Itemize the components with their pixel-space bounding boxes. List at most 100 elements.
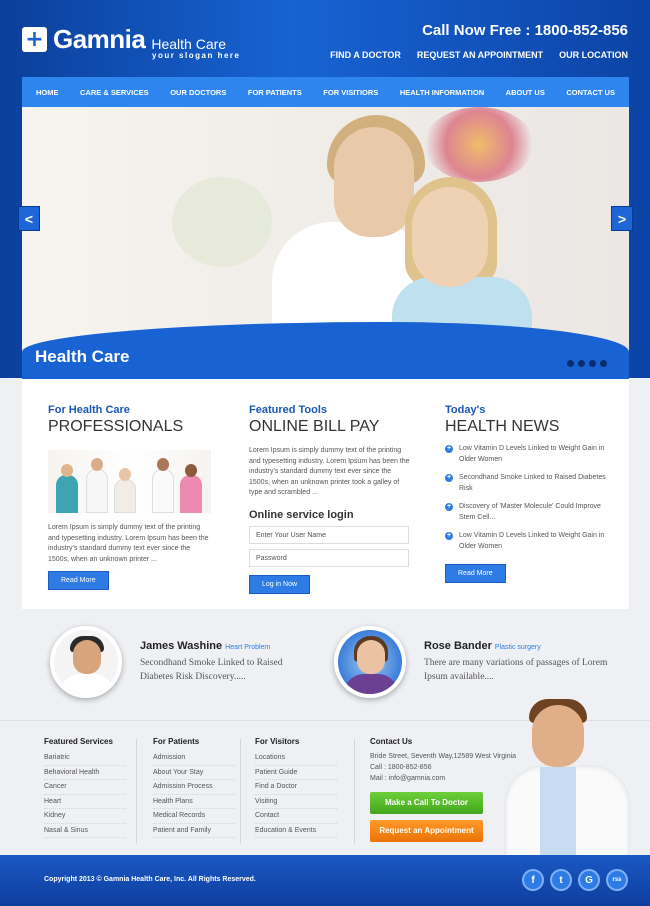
- link-our-location[interactable]: OUR LOCATION: [559, 50, 628, 60]
- footer-link[interactable]: Behavioral Health: [44, 766, 126, 780]
- bottom-bar: Copyright 2013 © Gamnia Health Care, Inc…: [0, 855, 650, 906]
- nav-for-patients[interactable]: FOR PATIENTS: [248, 88, 302, 97]
- cross-icon: +: [22, 27, 47, 52]
- brand-name: Gamnia: [53, 24, 146, 54]
- footer-link[interactable]: Kidney: [44, 809, 126, 824]
- main-nav: HOME CARE & SERVICES OUR DOCTORS FOR PAT…: [22, 77, 629, 107]
- nav-contact-us[interactable]: CONTACT US: [566, 88, 615, 97]
- col1-text: Lorem Ipsum is simply dummy text of the …: [48, 524, 209, 563]
- girl-face: [412, 187, 488, 287]
- col3-title: HEALTH NEWS: [445, 418, 560, 435]
- news-text: Discovery of 'Master Molecule' Could Imp…: [459, 503, 601, 521]
- contact-mail[interactable]: Mail : info@gamnia.com: [370, 773, 516, 784]
- testimonial: James Washine Heart Problem Secondhand Sm…: [50, 626, 305, 698]
- nav-home[interactable]: HOME: [36, 88, 59, 97]
- balloon-image: [424, 107, 534, 182]
- footer-heading: Featured Services: [44, 737, 113, 746]
- divider: [136, 739, 137, 844]
- password-field[interactable]: Password: [249, 548, 409, 567]
- social-links: f t G rss: [522, 869, 628, 891]
- news-item[interactable]: + Discovery of 'Master Molecule' Could I…: [445, 502, 615, 523]
- footer-link[interactable]: Visiting: [255, 795, 337, 809]
- woman-face: [334, 127, 414, 237]
- login-button[interactable]: Log in Now: [249, 574, 311, 594]
- footer-link[interactable]: Heart: [44, 795, 126, 809]
- footer-link[interactable]: Health Plans: [153, 795, 235, 809]
- rss-icon[interactable]: rss: [606, 869, 628, 891]
- col2-sub: Featured Tools: [249, 404, 328, 416]
- nav-health-information[interactable]: HEALTH INFORMATION: [400, 88, 484, 97]
- testimonial-name: Rose Bander: [424, 640, 492, 652]
- news-item[interactable]: + Secondhand Smoke Linked to Raised Diab…: [445, 473, 615, 494]
- twitter-icon[interactable]: t: [550, 869, 572, 891]
- slider-dot[interactable]: [600, 360, 607, 367]
- call-doctor-button[interactable]: Make a Call To Doctor: [370, 792, 483, 814]
- link-request-appointment[interactable]: REQUEST AN APPOINTMENT: [417, 50, 543, 60]
- contact-phone: Call : 1800-852-856: [370, 764, 432, 771]
- facebook-icon[interactable]: f: [522, 869, 544, 891]
- chevron-left-icon: <: [24, 210, 34, 227]
- copyright: Copyright 2013 © Gamnia Health Care, Inc…: [44, 876, 256, 883]
- divider: [240, 739, 241, 844]
- footer-link[interactable]: Find a Doctor: [255, 780, 337, 795]
- slogan: your slogan here: [152, 51, 241, 60]
- slide-caption: Health Care: [35, 347, 130, 366]
- professionals-column: For Health Care PROFESSIONALS Lorem Ipsu…: [48, 404, 213, 590]
- username-field[interactable]: Enter Your User Name: [249, 525, 409, 544]
- avatar: [50, 626, 122, 698]
- health-news-column: Today's HEALTH NEWS + Low Vitamin D Leve…: [445, 404, 615, 583]
- request-appointment-button[interactable]: Request an Appointment: [370, 820, 483, 842]
- news-read-more-button[interactable]: Read More: [445, 564, 506, 583]
- footer-link[interactable]: Education & Events: [255, 824, 337, 838]
- divider: [354, 739, 355, 844]
- link-find-doctor[interactable]: FIND A DOCTOR: [330, 50, 401, 60]
- news-text: Low Vitamin D Levels Linked to Weight Ga…: [459, 532, 605, 550]
- footer-featured-services: Featured Services Bariatric Behavioral H…: [44, 737, 126, 838]
- footer-heading: Contact Us: [370, 737, 413, 746]
- professionals-read-more-button[interactable]: Read More: [48, 571, 109, 590]
- footer-link[interactable]: Medical Records: [153, 809, 235, 824]
- google-icon[interactable]: G: [578, 869, 600, 891]
- news-item[interactable]: + Low Vitamin D Levels Linked to Weight …: [445, 531, 615, 552]
- footer-contact: Contact Us Bride Street, Seventh Way,125…: [370, 737, 516, 842]
- slider-prev-button[interactable]: <: [18, 206, 40, 231]
- nav-our-doctors[interactable]: OUR DOCTORS: [170, 88, 226, 97]
- news-item[interactable]: + Low Vitamin D Levels Linked to Weight …: [445, 444, 615, 465]
- testimonial-role[interactable]: Plastic surgery: [495, 644, 541, 651]
- testimonial-text: Secondhand Smoke Linked to Raised Diabet…: [140, 658, 283, 682]
- footer-link[interactable]: Nasal & Sinus: [44, 824, 126, 838]
- news-text: Low Vitamin D Levels Linked to Weight Ga…: [459, 445, 605, 463]
- nav-for-visitors[interactable]: FOR VISITIORS: [323, 88, 378, 97]
- footer-for-visitors: For Visitors Locations Patient Guide Fin…: [255, 737, 337, 838]
- footer-link[interactable]: Patient and Family: [153, 824, 235, 838]
- bill-pay-column: Featured Tools ONLINE BILL PAY Lorem Ips…: [249, 404, 414, 594]
- header: + Gamnia Health Care your slogan here Ca…: [0, 0, 650, 379]
- nav-about-us[interactable]: ABOUT US: [506, 88, 545, 97]
- testimonial-role[interactable]: Heart Problem: [225, 644, 270, 651]
- footer-link[interactable]: Contact: [255, 809, 337, 824]
- slider-dot[interactable]: [578, 360, 585, 367]
- contact-address: Bride Street, Seventh Way,12589 West Vir…: [370, 753, 517, 760]
- slider-dots: [567, 360, 607, 367]
- footer-link[interactable]: Admission: [153, 751, 235, 766]
- footer-link[interactable]: About Your Stay: [153, 766, 235, 780]
- footer-link[interactable]: Admission Process: [153, 780, 235, 795]
- chevron-right-icon: >: [617, 210, 627, 227]
- hero-slider: Health Care: [22, 107, 629, 379]
- plus-circle-icon: +: [445, 532, 453, 540]
- footer-link[interactable]: Bariatric: [44, 751, 126, 766]
- footer-link[interactable]: Patient Guide: [255, 766, 337, 780]
- doctor-image: [502, 695, 632, 855]
- footer-link[interactable]: Cancer: [44, 780, 126, 795]
- slider-dot[interactable]: [589, 360, 596, 367]
- slider-next-button[interactable]: >: [611, 206, 633, 231]
- slider-dot[interactable]: [567, 360, 574, 367]
- plus-circle-icon: +: [445, 445, 453, 453]
- footer-link[interactable]: Locations: [255, 751, 337, 766]
- flowers-image: [172, 177, 272, 267]
- nav-care-services[interactable]: CARE & SERVICES: [80, 88, 149, 97]
- team-image: [48, 450, 211, 513]
- col3-sub: Today's: [445, 404, 486, 416]
- col2-title: ONLINE BILL PAY: [249, 418, 380, 435]
- top-links: FIND A DOCTOR REQUEST AN APPOINTMENT OUR…: [330, 50, 628, 60]
